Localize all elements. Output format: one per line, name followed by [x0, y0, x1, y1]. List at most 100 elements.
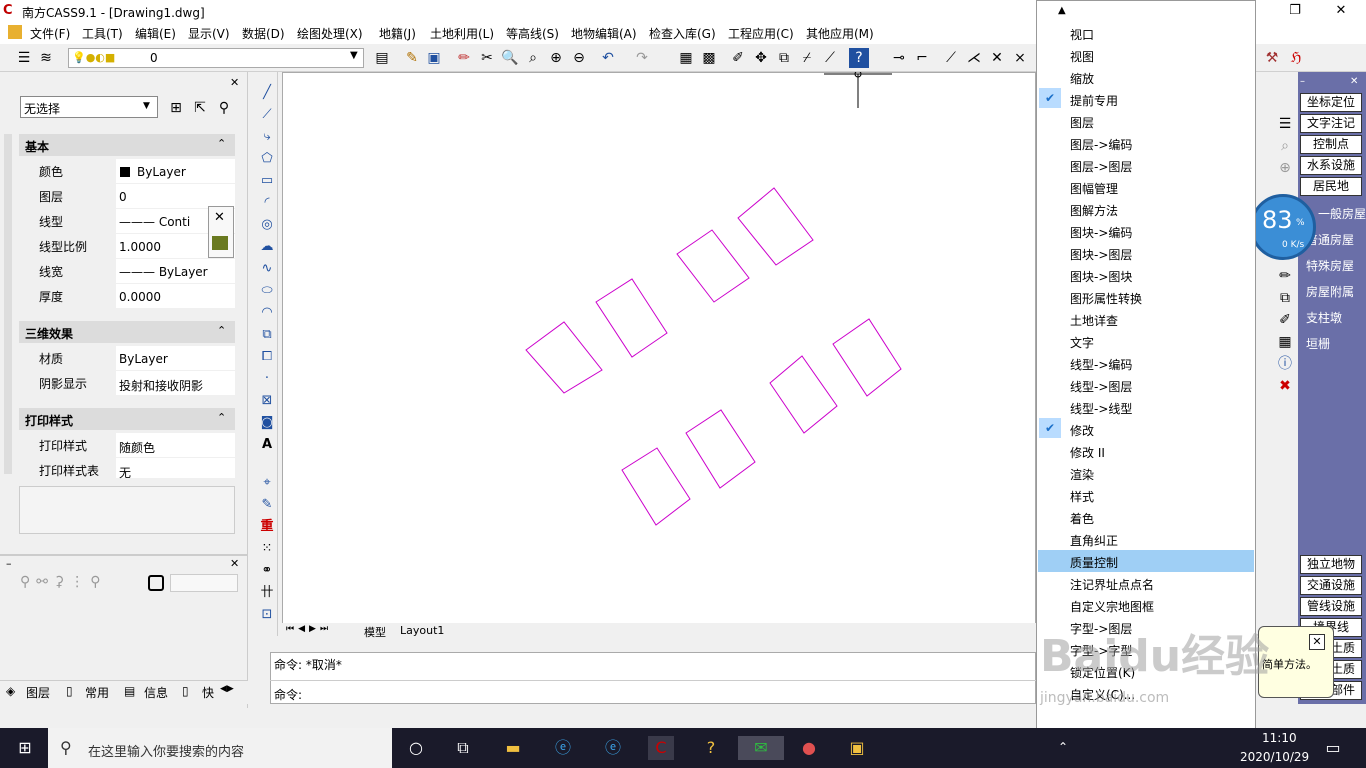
context-menu-item[interactable]: 自定义宗地图框 — [1070, 598, 1154, 615]
context-menu-item[interactable]: 直角纠正 — [1070, 532, 1118, 549]
prop-value-linescale[interactable]: 1.0000 — [119, 240, 161, 254]
text-icon[interactable]: A — [258, 436, 276, 454]
context-menu-item[interactable]: 修改 II — [1070, 444, 1105, 461]
search-icon[interactable]: ⌕ — [1275, 136, 1295, 156]
copy-icon[interactable]: ⧉ — [774, 48, 794, 68]
snap-midpoint-icon[interactable]: ⌐ — [912, 48, 932, 68]
zoom-previous-icon[interactable]: ⊖ — [569, 48, 589, 68]
prop-value-shadow[interactable]: 投射和接收阴影 — [119, 377, 203, 394]
tab-model[interactable]: 模型 — [364, 624, 386, 640]
layers-icon[interactable]: ☰ — [1275, 114, 1295, 134]
trim-icon[interactable]: ⌿ — [797, 48, 817, 68]
tag-icon[interactable]: ⌖ — [258, 474, 276, 492]
context-menu-item[interactable]: 修改 — [1070, 422, 1094, 439]
cass-taskbar-icon[interactable]: C — [648, 736, 674, 760]
menu-file[interactable]: 文件(F) — [30, 25, 70, 42]
context-menu-item[interactable]: 视图 — [1070, 48, 1094, 65]
close-icon[interactable]: ✕ — [214, 210, 225, 225]
tab-layers[interactable]: 图层 — [26, 684, 50, 701]
prop-value-lineweight[interactable]: ——— ByLayer — [119, 265, 208, 279]
menu-engineering[interactable]: 工程应用(C) — [728, 25, 794, 42]
linetype-icon[interactable]: ▤ — [372, 48, 392, 68]
save-icon[interactable]: ▣ — [424, 48, 444, 68]
chevron-down-icon[interactable]: ▼ — [350, 50, 358, 61]
chevron-down-icon[interactable]: ▼ — [143, 101, 150, 111]
drop-app-icon[interactable]: ● — [796, 736, 822, 760]
quick-select-icon[interactable]: ⊞ — [166, 98, 186, 118]
collapse-icon[interactable]: ⌃ — [217, 411, 226, 424]
collapse-icon[interactable]: ⌃ — [217, 137, 226, 150]
context-menu-item[interactable]: 图幅管理 — [1070, 180, 1118, 197]
ellipse-icon[interactable]: ⬭ — [258, 282, 276, 300]
xline-icon[interactable]: ⟋ — [258, 106, 276, 124]
context-menu-item[interactable]: 渲染 — [1070, 466, 1094, 483]
grid-icon[interactable]: ⁙ — [258, 540, 276, 558]
line-icon[interactable]: ╱ — [258, 84, 276, 102]
prop-value-linetype[interactable]: ——— Conti — [119, 215, 190, 229]
region-icon[interactable]: ◙ — [258, 414, 276, 432]
btn-coord-locate[interactable]: 坐标定位 — [1300, 93, 1362, 112]
help-icon[interactable]: ? — [849, 48, 869, 68]
erase-icon[interactable]: ✂ — [477, 48, 497, 68]
measure-icon[interactable]: ⊡ — [258, 606, 276, 624]
tab-common[interactable]: 常用 — [85, 684, 109, 701]
clock-date[interactable]: 2020/10/29 — [1240, 750, 1309, 764]
context-menu-item[interactable]: 土地详查 — [1070, 312, 1118, 329]
snap-apparent-icon[interactable]: ⨯ — [1010, 48, 1030, 68]
pen-icon[interactable]: ✏ — [1275, 266, 1295, 286]
context-menu-item[interactable]: 质量控制 — [1070, 554, 1118, 571]
menu-check[interactable]: 检查入库(G) — [649, 25, 716, 42]
undo-icon[interactable]: ↶ — [598, 48, 618, 68]
snap-perp-icon[interactable]: ⋌ — [964, 48, 984, 68]
circle-icon[interactable]: ◎ — [258, 216, 276, 234]
item-fence[interactable]: 垣栅 — [1306, 335, 1330, 352]
polyline-icon[interactable]: ⤷ — [258, 128, 276, 146]
context-menu-item[interactable]: 图块->编码 — [1070, 224, 1132, 241]
tab-quick[interactable]: 快 — [202, 684, 214, 701]
context-menu-item[interactable]: 图块->图块 — [1070, 268, 1132, 285]
hatch-icon[interactable]: ⊠ — [258, 392, 276, 410]
menu-feature-edit[interactable]: 地物编辑(A) — [571, 25, 637, 42]
prop-value-color[interactable]: ByLayer — [137, 165, 186, 179]
btn-independent[interactable]: 独立地物 — [1300, 555, 1362, 574]
spline-icon[interactable]: ∿ — [258, 260, 276, 278]
table-icon[interactable]: ▦ — [1275, 332, 1295, 352]
open-icon[interactable]: ✎ — [402, 48, 422, 68]
btn-pipeline[interactable]: 管线设施 — [1300, 597, 1362, 616]
layer-tools-icon[interactable]: ⚲⚯⚳⋮⚲ — [20, 574, 107, 590]
menu-view[interactable]: 显示(V) — [188, 25, 230, 42]
btn-traffic[interactable]: 交通设施 — [1300, 576, 1362, 595]
tray-chevron-icon[interactable]: ⌃ — [1058, 740, 1068, 754]
menu-drawing[interactable]: 绘图处理(X) — [297, 25, 363, 42]
pickadd-icon[interactable]: ⚲ — [214, 98, 234, 118]
menu-landuse[interactable]: 土地利用(L) — [430, 25, 494, 42]
layer-states-icon[interactable]: ≋ — [36, 48, 56, 68]
context-menu-item[interactable]: 图解方法 — [1070, 202, 1118, 219]
context-menu-item[interactable]: 提前专用 — [1070, 92, 1118, 109]
prop-value-layer[interactable]: 0 — [119, 190, 127, 204]
menu-tools[interactable]: 工具(T) — [82, 25, 123, 42]
point-icon[interactable]: · — [258, 370, 276, 388]
pencil-icon[interactable]: ✏ — [454, 48, 474, 68]
context-menu-item[interactable]: 线型->线型 — [1070, 400, 1132, 417]
calculator-icon[interactable]: ▩ — [699, 48, 719, 68]
btn-residential[interactable]: 居民地 — [1300, 177, 1362, 196]
extend-icon[interactable]: ⟋ — [820, 48, 840, 68]
panel-close-icon[interactable]: ✕ — [1350, 76, 1358, 87]
redo-icon[interactable]: ↷ — [632, 48, 652, 68]
color-box-icon[interactable] — [148, 575, 164, 591]
cass-icon[interactable]: ℌ — [1286, 48, 1306, 68]
draw-icon[interactable]: ✐ — [728, 48, 748, 68]
scroll-up-icon[interactable]: ▲ — [1058, 5, 1066, 16]
menu-other[interactable]: 其他应用(M) — [806, 25, 874, 42]
ie-icon[interactable]: ⓔ — [600, 736, 626, 760]
menu-cadastre[interactable]: 地籍(J) — [379, 25, 416, 42]
snap-endpoint-icon[interactable]: ⊸ — [889, 48, 909, 68]
info-icon[interactable]: ⓘ — [1275, 354, 1295, 374]
edit-icon[interactable]: ✎ — [258, 496, 276, 514]
command-window[interactable] — [270, 652, 1036, 704]
zoom-window-icon[interactable]: ⌕ — [523, 48, 543, 68]
close-button[interactable]: ✕ — [1318, 0, 1364, 22]
item-general-house[interactable]: 一般房屋 — [1318, 205, 1366, 222]
ellipse-arc-icon[interactable]: ◠ — [258, 304, 276, 322]
